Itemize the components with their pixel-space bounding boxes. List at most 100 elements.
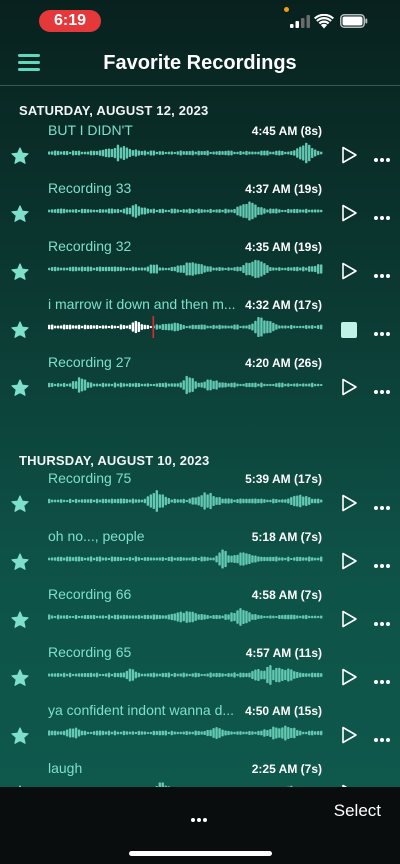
waveform-bar <box>50 673 54 677</box>
recording-row[interactable]: ya confident indont wanna d... 4:50 AM (1… <box>0 699 400 757</box>
waveform[interactable] <box>48 488 323 514</box>
waveform-bar <box>305 267 308 271</box>
favorite-star-icon[interactable] <box>11 611 29 629</box>
waveform-bar <box>278 325 281 329</box>
waveform-bar <box>119 266 123 272</box>
select-button[interactable]: Select <box>334 801 381 821</box>
waveform-bar <box>68 615 72 619</box>
recording-row[interactable]: Recording 32 4:35 AM (19s) <box>0 235 400 293</box>
toolbar-more-icon[interactable] <box>191 809 211 822</box>
play-icon[interactable] <box>340 668 358 686</box>
waveform-bar <box>83 324 87 330</box>
play-icon[interactable] <box>340 552 358 570</box>
waveform[interactable] <box>48 256 323 282</box>
waveform-bar <box>317 325 320 329</box>
favorite-star-icon[interactable] <box>11 147 29 165</box>
waveform-bar <box>182 265 185 273</box>
waveform[interactable] <box>48 604 323 630</box>
waveform-bar <box>215 151 218 155</box>
more-options-icon[interactable] <box>374 555 392 568</box>
waveform-bar <box>293 383 296 387</box>
recording-row[interactable]: Recording 65 4:57 AM (11s) <box>0 641 400 699</box>
recording-row[interactable]: i marrow it down and then m... 4:32 AM (1… <box>0 293 400 351</box>
waveform[interactable] <box>48 662 323 688</box>
section-date-header: SATURDAY, AUGUST 12, 2023 <box>19 103 209 118</box>
waveform-bar <box>203 492 206 510</box>
waveform-bar <box>242 151 245 155</box>
more-options-icon[interactable] <box>374 497 392 510</box>
waveform-bar <box>254 259 257 279</box>
waveform[interactable] <box>48 778 323 787</box>
waveform-bar <box>146 731 150 735</box>
recording-row[interactable]: Recording 27 4:20 AM (26s) <box>0 351 400 409</box>
waveform[interactable] <box>48 372 323 398</box>
more-options-icon[interactable] <box>374 671 392 684</box>
waveform-bar <box>263 556 266 562</box>
waveform-bar <box>269 556 272 562</box>
waveform[interactable] <box>48 314 323 340</box>
more-options-icon[interactable] <box>374 729 392 742</box>
waveform-bar <box>146 383 150 387</box>
play-icon[interactable] <box>340 610 358 628</box>
play-icon[interactable] <box>340 262 358 280</box>
waveform-bar <box>188 325 191 329</box>
waveform-bar <box>314 209 317 213</box>
waveform-bar <box>218 552 221 566</box>
recording-row[interactable]: Recording 75 5:39 AM (17s) <box>0 467 400 525</box>
recording-row[interactable]: laugh 2:25 AM (7s) <box>0 757 400 787</box>
waveform-bar <box>278 150 281 156</box>
waveform-bar <box>95 151 99 155</box>
more-options-icon[interactable] <box>374 149 392 162</box>
favorite-star-icon[interactable] <box>11 669 29 687</box>
playhead[interactable] <box>152 316 155 338</box>
recording-row[interactable]: Recording 66 4:58 AM (7s) <box>0 583 400 641</box>
favorite-star-icon[interactable] <box>11 205 29 223</box>
play-icon[interactable] <box>340 204 358 222</box>
recording-row[interactable]: Recording 33 4:37 AM (19s) <box>0 177 400 235</box>
stop-button[interactable] <box>341 322 357 338</box>
favorite-star-icon[interactable] <box>11 263 29 281</box>
waveform-bar <box>74 727 78 739</box>
waveform[interactable] <box>48 140 323 166</box>
waveform-bar <box>194 381 197 389</box>
waveform[interactable] <box>48 198 323 224</box>
more-options-icon[interactable] <box>374 613 392 626</box>
play-icon[interactable] <box>340 494 358 512</box>
waveform-bar <box>305 383 308 387</box>
waveform-bar <box>269 321 272 333</box>
favorite-star-icon[interactable] <box>11 553 29 571</box>
waveform-bar <box>224 498 227 504</box>
waveform-bar <box>242 552 245 566</box>
more-options-icon[interactable] <box>374 207 392 220</box>
waveform-bar <box>77 673 81 677</box>
play-icon[interactable] <box>340 146 358 164</box>
favorite-star-icon[interactable] <box>11 379 29 397</box>
waveform-bar <box>194 151 197 155</box>
play-icon[interactable] <box>340 726 358 744</box>
waveform-bar <box>233 324 236 330</box>
waveform[interactable] <box>48 546 323 572</box>
more-options-icon[interactable] <box>374 323 392 336</box>
waveform[interactable] <box>48 720 323 746</box>
waveform-bar <box>260 615 263 619</box>
more-options-icon[interactable] <box>374 381 392 394</box>
recording-row[interactable]: BUT I DIDN'T 4:45 AM (8s) <box>0 119 400 177</box>
waveform-bar <box>194 672 197 678</box>
waveform-bar <box>149 494 153 508</box>
waveform-bar <box>104 209 108 213</box>
more-options-icon[interactable] <box>374 265 392 278</box>
waveform-bar <box>152 264 156 274</box>
waveform-bar <box>275 267 278 271</box>
recording-row[interactable]: oh no..., people 5:18 AM (7s) <box>0 525 400 583</box>
waveform-bar <box>287 151 290 155</box>
waveform-bar <box>245 731 248 735</box>
waveform-bar <box>98 325 102 329</box>
favorite-star-icon[interactable] <box>11 727 29 745</box>
waveform-bar <box>128 324 132 330</box>
play-icon[interactable] <box>340 378 358 396</box>
favorite-star-icon[interactable] <box>11 321 29 339</box>
waveform-bar <box>308 325 311 329</box>
waveform-bar <box>302 266 305 272</box>
recordings-list[interactable]: SATURDAY, AUGUST 12, 2023 BUT I DIDN'T 4:4… <box>0 90 400 787</box>
favorite-star-icon[interactable] <box>11 495 29 513</box>
